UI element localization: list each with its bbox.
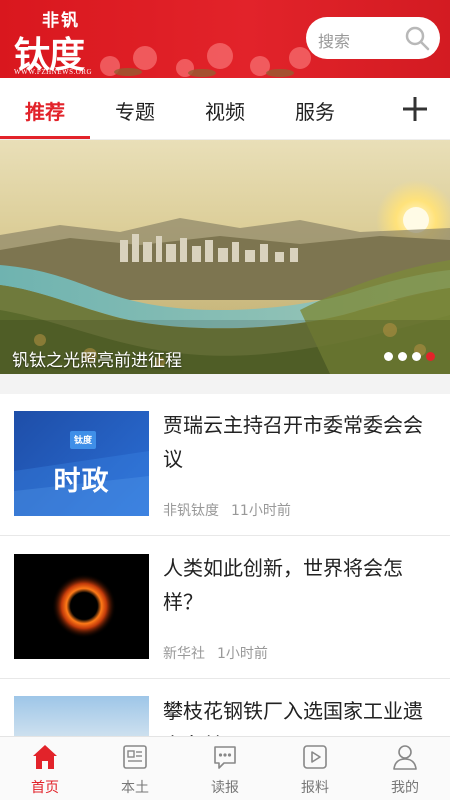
tab-topics[interactable]: 专题: [90, 96, 180, 125]
banner-image: [0, 140, 450, 374]
report-video-icon: [303, 745, 327, 769]
news-item[interactable]: 攀枝花钢铁厂入选国家工业遗产名单: [0, 680, 450, 736]
tab-services[interactable]: 服务: [270, 96, 360, 125]
carousel-dot-active[interactable]: [426, 352, 435, 361]
category-tabs: 推荐 专题 视频 服务: [0, 78, 450, 140]
nav-label: 我的: [391, 780, 419, 796]
news-thumbnail: 钛度 时政: [14, 411, 149, 516]
nav-label: 读报: [211, 780, 239, 796]
app-header: 非钒 钛度 WWW.PZHNEWS.ORG 搜索: [0, 0, 450, 78]
decorative-flowers: [100, 43, 311, 77]
carousel-dot[interactable]: [398, 352, 407, 361]
news-time: 11小时前: [231, 503, 291, 519]
nav-profile[interactable]: 我的: [360, 737, 450, 800]
news-meta: 新华社 1小时前: [163, 643, 268, 663]
banner-caption[interactable]: 钒钛之光照亮前进征程: [12, 346, 182, 371]
nav-local[interactable]: 本土: [90, 737, 180, 800]
nav-label: 本土: [121, 780, 149, 796]
news-item[interactable]: 钛度 时政 贾瑞云主持召开市委常委会会议 非钒钛度 11小时前: [0, 394, 450, 536]
home-icon: [33, 745, 57, 769]
news-thumbnail: [14, 554, 149, 659]
news-source: 非钒钛度: [163, 503, 219, 519]
thumbnail-badge: 钛度: [73, 436, 92, 446]
news-title[interactable]: 人类如此创新，世界将会怎样？: [163, 551, 433, 619]
tab-recommend[interactable]: 推荐: [0, 96, 90, 125]
nav-label: 首页: [31, 780, 59, 796]
search-placeholder: 搜索: [318, 32, 351, 51]
search-icon[interactable]: [404, 25, 430, 51]
news-source: 新华社: [163, 646, 205, 662]
bottom-navigation: 首页 本土 读报 报料 我的: [0, 736, 450, 800]
search-input[interactable]: 搜索: [306, 17, 440, 59]
logo-url: WWW.PZHNEWS.ORG: [14, 68, 93, 76]
nav-report[interactable]: 报料: [270, 737, 360, 800]
nav-home[interactable]: 首页: [0, 737, 90, 800]
news-thumbnail: [14, 696, 149, 736]
carousel-dot[interactable]: [412, 352, 421, 361]
news-title[interactable]: 攀枝花钢铁厂入选国家工业遗产名单: [163, 694, 433, 736]
news-meta: 非钒钛度 11小时前: [163, 500, 291, 520]
profile-icon: [393, 745, 417, 770]
news-title[interactable]: 贾瑞云主持召开市委常委会会议: [163, 408, 433, 476]
news-item[interactable]: 人类如此创新，世界将会怎样？ 新华社 1小时前: [0, 537, 450, 679]
banner-carousel[interactable]: [0, 140, 450, 374]
newspaper-icon: [214, 746, 236, 769]
section-divider: [0, 374, 450, 394]
news-time: 1小时前: [217, 646, 268, 662]
tab-video[interactable]: 视频: [180, 96, 270, 125]
thumbnail-label: 时政: [53, 466, 110, 497]
nav-label: 报料: [301, 780, 329, 796]
active-tab-indicator: [0, 136, 90, 139]
plus-icon[interactable]: [400, 94, 430, 124]
local-icon: [123, 745, 147, 769]
carousel-dot[interactable]: [384, 352, 393, 361]
nav-newspaper[interactable]: 读报: [180, 737, 270, 800]
app-logo[interactable]: 非钒 钛度 WWW.PZHNEWS.ORG: [12, 4, 122, 76]
black-hole-image: [14, 554, 149, 659]
